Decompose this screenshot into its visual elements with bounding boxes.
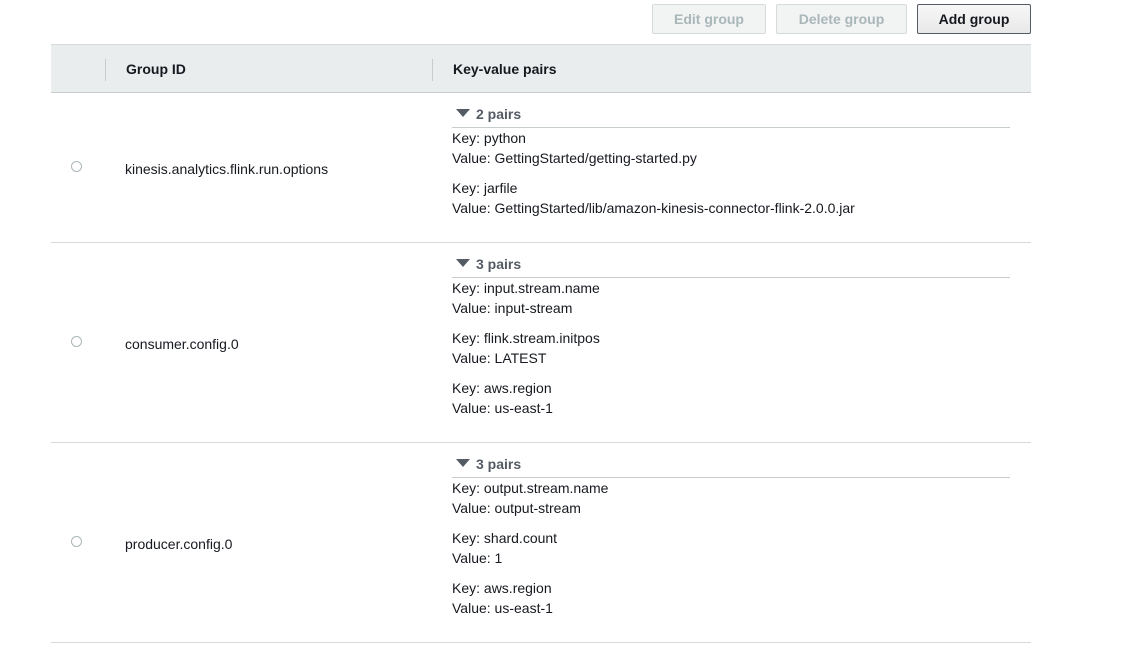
group-id: consumer.config.0 xyxy=(125,336,239,352)
pair-value: Value: GettingStarted/lib/amazon-kinesis… xyxy=(452,200,855,216)
kv-pair: Key: input.stream.name Value: input-stre… xyxy=(452,278,1010,318)
pairs-count: 3 pairs xyxy=(476,256,522,272)
kv-pair: Key: flink.stream.initpos Value: LATEST xyxy=(452,328,1010,368)
pair-key: Key: aws.region xyxy=(452,380,552,396)
pair-value: Value: output-stream xyxy=(452,500,581,516)
pair-value: Value: input-stream xyxy=(452,300,573,316)
pair-key: Key: input.stream.name xyxy=(452,280,600,296)
pairs-count: 2 pairs xyxy=(476,106,522,122)
pair-key: Key: python xyxy=(452,130,526,146)
kv-pairs-section: 2 pairs Key: python Value: GettingStarte… xyxy=(452,106,1010,218)
property-groups-panel: Edit group Delete group Add group Group … xyxy=(0,0,1123,659)
kv-pair: Key: aws.region Value: us-east-1 xyxy=(452,378,1010,418)
table-row: producer.config.0 3 pairs Key: output.st… xyxy=(51,443,1031,643)
row-select-radio[interactable] xyxy=(71,161,82,172)
kv-pair: Key: jarfile Value: GettingStarted/lib/a… xyxy=(452,178,1010,218)
kv-pairs-toggle[interactable]: 3 pairs xyxy=(452,456,1010,478)
table-row: kinesis.analytics.flink.run.options 2 pa… xyxy=(51,93,1031,243)
pair-value: Value: GettingStarted/getting-started.py xyxy=(452,150,697,166)
kv-pair: Key: aws.region Value: us-east-1 xyxy=(452,578,1010,618)
row-select-radio[interactable] xyxy=(71,336,82,347)
pair-value: Value: us-east-1 xyxy=(452,600,553,616)
caret-down-icon xyxy=(456,109,470,117)
edit-group-button[interactable]: Edit group xyxy=(652,4,766,34)
column-header-group-id[interactable]: Group ID xyxy=(126,61,186,77)
kv-pairs-section: 3 pairs Key: output.stream.name Value: o… xyxy=(452,456,1010,618)
column-divider xyxy=(432,59,433,81)
kv-pair: Key: python Value: GettingStarted/gettin… xyxy=(452,128,1010,168)
column-divider xyxy=(105,59,106,81)
delete-group-button[interactable]: Delete group xyxy=(776,4,907,34)
kv-pairs-toggle[interactable]: 2 pairs xyxy=(452,106,1010,128)
pair-key: Key: output.stream.name xyxy=(452,480,609,496)
group-id: producer.config.0 xyxy=(125,536,233,552)
table-header: Group ID Key-value pairs xyxy=(51,44,1031,93)
pair-value: Value: 1 xyxy=(452,550,503,566)
pair-key: Key: shard.count xyxy=(452,530,558,546)
pair-key: Key: aws.region xyxy=(452,580,552,596)
kv-pairs-section: 3 pairs Key: input.stream.name Value: in… xyxy=(452,256,1010,418)
row-select-radio[interactable] xyxy=(71,536,82,547)
pair-value: Value: LATEST xyxy=(452,350,547,366)
pairs-count: 3 pairs xyxy=(476,456,522,472)
add-group-button[interactable]: Add group xyxy=(917,4,1031,34)
kv-pair: Key: shard.count Value: 1 xyxy=(452,528,1010,568)
column-header-kv-pairs[interactable]: Key-value pairs xyxy=(453,61,557,77)
kv-pairs-toggle[interactable]: 3 pairs xyxy=(452,256,1010,278)
pair-key: Key: jarfile xyxy=(452,180,518,196)
pair-key: Key: flink.stream.initpos xyxy=(452,330,600,346)
pair-value: Value: us-east-1 xyxy=(452,400,553,416)
caret-down-icon xyxy=(456,459,470,467)
kv-pair: Key: output.stream.name Value: output-st… xyxy=(452,478,1010,518)
caret-down-icon xyxy=(456,259,470,267)
group-id: kinesis.analytics.flink.run.options xyxy=(125,161,329,177)
table-row: consumer.config.0 3 pairs Key: input.str… xyxy=(51,243,1031,443)
property-groups-table: Group ID Key-value pairs kinesis.analyti… xyxy=(51,44,1031,643)
